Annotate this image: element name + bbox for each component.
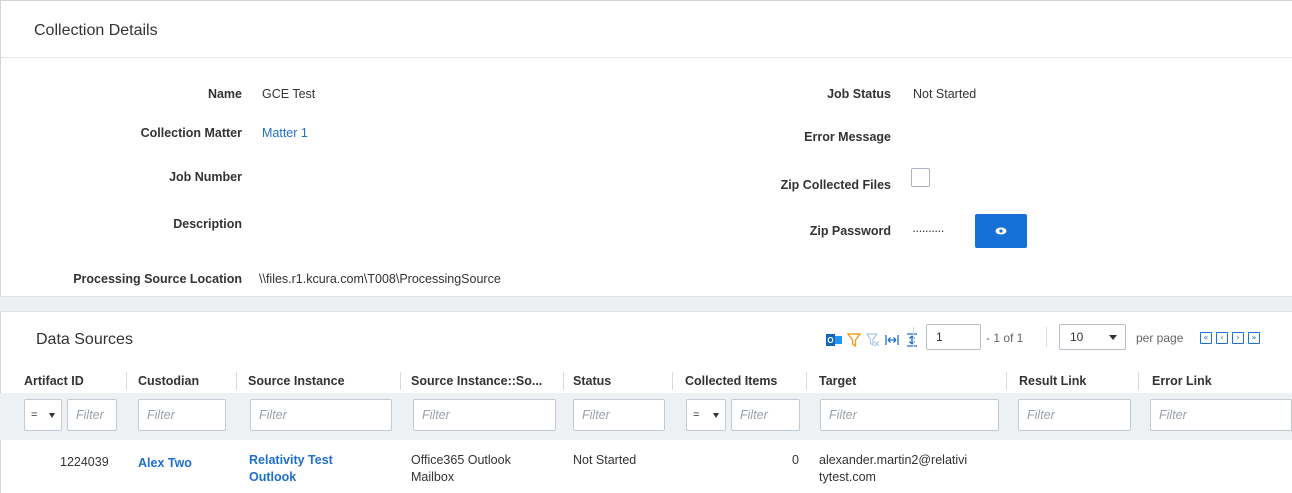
zip-collected-files-label: Zip Collected Files — [780, 178, 891, 192]
error-link-filter-input[interactable]: Filter — [1150, 399, 1292, 431]
data-sources-title: Data Sources — [36, 331, 133, 348]
column-divider[interactable] — [236, 372, 237, 390]
column-divider[interactable] — [563, 372, 564, 390]
svg-text:O: O — [827, 336, 833, 345]
chevron-down-icon — [1109, 335, 1117, 340]
source-instance-link[interactable]: Relativity Test Outlook — [249, 452, 333, 486]
column-divider[interactable] — [672, 372, 673, 390]
column-header-artifact-id[interactable]: Artifact ID — [24, 374, 84, 388]
source-instance-filter-input[interactable]: Filter — [250, 399, 392, 431]
filter-icon[interactable] — [847, 333, 861, 347]
collection-details-panel: Collection Details Name GCE Test Collect… — [0, 0, 1292, 296]
page-number-input[interactable]: 1 — [926, 324, 981, 350]
custodian-filter-input[interactable]: Filter — [138, 399, 226, 431]
zip-collected-files-checkbox[interactable] — [911, 168, 930, 187]
next-page-button[interactable]: › — [1232, 332, 1244, 344]
collection-matter-link[interactable]: Matter 1 — [262, 126, 308, 140]
last-page-button[interactable]: » — [1248, 332, 1260, 344]
show-password-button[interactable] — [975, 214, 1027, 248]
column-header-collected-items[interactable]: Collected Items — [685, 374, 777, 388]
name-value: GCE Test — [262, 87, 316, 101]
column-divider[interactable] — [126, 372, 127, 390]
per-page-value: 10 — [1070, 330, 1084, 344]
processing-source-location-value: \\files.r1.kcura.com\T008\ProcessingSour… — [259, 272, 501, 286]
column-header-source-instance-source[interactable]: Source Instance::So... — [411, 374, 542, 388]
first-page-button[interactable]: « — [1200, 332, 1212, 344]
column-header-status[interactable]: Status — [573, 374, 611, 388]
job-number-label: Job Number — [169, 170, 242, 184]
source-instance-line-2: Outlook — [249, 470, 297, 484]
source-instance-source-filter-input[interactable]: Filter — [413, 399, 556, 431]
column-header-source-instance[interactable]: Source Instance — [248, 374, 345, 388]
chevron-down-icon — [49, 413, 55, 418]
operator-value: = — [693, 409, 700, 421]
outlook-icon[interactable]: O — [826, 333, 842, 347]
artifact-id-operator-select[interactable]: = — [24, 399, 62, 431]
operator-value: = — [31, 409, 38, 421]
source-type-line-2: Mailbox — [411, 470, 455, 484]
artifact-id-cell: 1224039 — [60, 455, 109, 469]
custodian-link[interactable]: Alex Two — [138, 455, 192, 472]
job-status-label: Job Status — [827, 87, 891, 101]
column-divider[interactable] — [1138, 372, 1139, 390]
column-divider[interactable] — [400, 372, 401, 390]
target-cell: alexander.martin2@relativi tytest.com — [819, 452, 967, 486]
zip-password-value: ·········· — [912, 224, 945, 238]
chevron-down-icon — [713, 413, 719, 418]
fit-rows-icon[interactable] — [905, 333, 919, 347]
collection-details-title: Collection Details — [34, 22, 158, 39]
artifact-id-filter-input[interactable]: Filter — [67, 399, 117, 431]
fit-columns-icon[interactable] — [885, 333, 899, 347]
column-header-custodian[interactable]: Custodian — [138, 374, 199, 388]
source-instance-line-1: Relativity Test — [249, 453, 333, 467]
collected-items-filter-input[interactable]: Filter — [731, 399, 800, 431]
source-type-line-1: Office365 Outlook — [411, 453, 511, 467]
clear-filter-icon[interactable] — [866, 333, 880, 347]
target-line-2: tytest.com — [819, 470, 876, 484]
collection-details-header: Collection Details — [0, 0, 1292, 58]
previous-page-button[interactable]: ‹ — [1216, 332, 1228, 344]
target-filter-input[interactable]: Filter — [820, 399, 999, 431]
collected-items-operator-select[interactable]: = — [686, 399, 726, 431]
description-label: Description — [173, 217, 242, 231]
eye-icon — [995, 227, 1007, 235]
name-label: Name — [207, 87, 242, 101]
zip-password-label: Zip Password — [809, 224, 891, 238]
job-status-value: Not Started — [913, 87, 977, 101]
target-line-1: alexander.martin2@relativi — [819, 453, 968, 467]
result-link-filter-input[interactable]: Filter — [1018, 399, 1131, 431]
per-page-select[interactable]: 10 — [1059, 324, 1126, 350]
section-divider — [0, 296, 1292, 312]
column-header-target[interactable]: Target — [819, 374, 856, 388]
status-cell: Not Started — [573, 453, 637, 467]
column-divider[interactable] — [806, 372, 807, 390]
column-divider[interactable] — [1006, 372, 1007, 390]
column-header-error-link[interactable]: Error Link — [1152, 374, 1212, 388]
collected-items-cell: 0 — [792, 453, 799, 467]
toolbar-divider — [913, 327, 914, 347]
column-header-result-link[interactable]: Result Link — [1019, 374, 1086, 388]
per-page-label: per page — [1136, 331, 1184, 345]
error-message-label: Error Message — [804, 130, 891, 144]
collection-matter-label: Collection Matter — [140, 126, 242, 140]
pager-divider — [1046, 327, 1047, 347]
source-type-cell: Office365 Outlook Mailbox — [411, 452, 511, 486]
processing-source-location-label: Processing Source Location — [73, 272, 242, 286]
page-count-text: - 1 of 1 — [986, 331, 1024, 345]
status-filter-input[interactable]: Filter — [573, 399, 665, 431]
